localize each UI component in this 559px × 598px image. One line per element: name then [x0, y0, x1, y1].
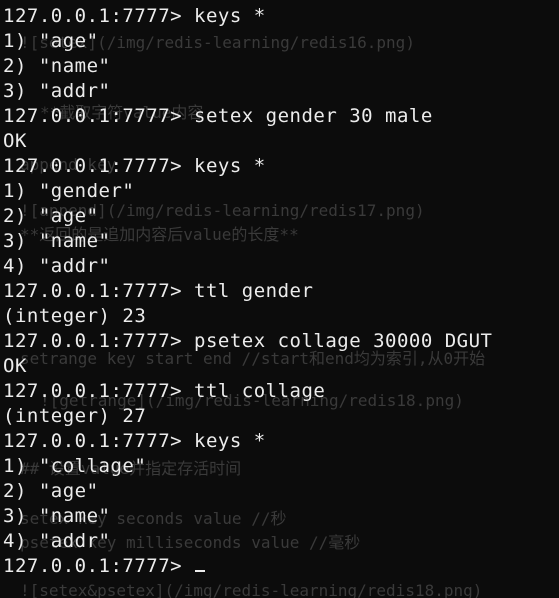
terminal-window[interactable]: ![setex](/img/redis-learning/redis16.png…	[0, 0, 559, 598]
terminal-line: 127.0.0.1:7777> keys *	[3, 5, 266, 27]
terminal-line: 3) "addr"	[3, 80, 111, 102]
terminal-line: 1) "collage"	[3, 455, 147, 477]
cursor-icon	[195, 570, 206, 572]
terminal-line: 127.0.0.1:7777> psetex collage 30000 DGU…	[3, 330, 493, 352]
terminal-line: (integer) 27	[3, 405, 147, 427]
terminal-line: 2) "age"	[3, 205, 99, 227]
terminal-line: 4) "addr"	[3, 530, 111, 552]
terminal-line: 127.0.0.1:7777> ttl gender	[3, 280, 314, 302]
terminal-line: 1) "gender"	[3, 180, 135, 202]
ghost-line: ![setex&psetex](/img/redis-learning/redi…	[20, 581, 483, 598]
terminal-line: 127.0.0.1:7777> keys *	[3, 155, 266, 177]
terminal-line: 127.0.0.1:7777> keys *	[3, 430, 266, 452]
terminal-line: 1) "age"	[3, 30, 99, 52]
prompt-line[interactable]: 127.0.0.1:7777>	[3, 554, 559, 579]
terminal-line: OK	[3, 355, 27, 377]
terminal-line: OK	[3, 130, 27, 152]
terminal-line: 3) "name"	[3, 230, 111, 252]
terminal-line: 127.0.0.1:7777> ttl collage	[3, 380, 326, 402]
terminal-output: 127.0.0.1:7777> keys * 1) "age" 2) "name…	[3, 4, 559, 579]
terminal-line: 4) "addr"	[3, 255, 111, 277]
prompt-text: 127.0.0.1:7777>	[3, 555, 195, 577]
terminal-line: (integer) 23	[3, 305, 147, 327]
terminal-line: 2) "name"	[3, 55, 111, 77]
terminal-line: 127.0.0.1:7777> setex gender 30 male	[3, 105, 433, 127]
terminal-line: 3) "name"	[3, 505, 111, 527]
terminal-line: 2) "age"	[3, 480, 99, 502]
